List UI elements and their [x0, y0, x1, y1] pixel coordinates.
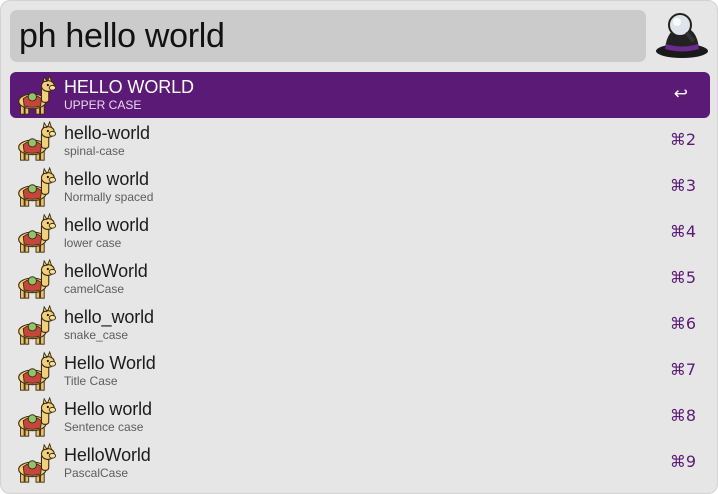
return-key-icon: ↩ — [673, 84, 688, 104]
result-row[interactable]: Hello World Title Case ⌘7 — [10, 348, 710, 394]
alfred-hat-icon[interactable] — [653, 11, 711, 61]
alpaca-icon — [18, 259, 57, 299]
result-row[interactable]: hello world lower case ⌘4 — [10, 210, 710, 256]
shortcut-label: ⌘8 — [669, 406, 696, 425]
shortcut-label: ⌘7 — [669, 360, 696, 379]
result-subtitle: spinal-case — [64, 144, 125, 158]
search-input[interactable]: ph hello world — [19, 17, 225, 56]
alpaca-icon — [18, 351, 57, 391]
result-row[interactable]: HelloWorld PascalCase ⌘9 — [10, 440, 710, 486]
result-title: hello world — [64, 169, 149, 189]
shortcut-label: ⌘9 — [669, 452, 696, 471]
result-title: HelloWorld — [64, 445, 151, 465]
results-list: HELLO WORLD UPPER CASE ↩ hello-world spi… — [10, 72, 710, 486]
result-subtitle: snake_case — [64, 328, 129, 342]
result-title: hello-world — [64, 123, 150, 143]
alpaca-icon — [18, 121, 57, 161]
alpaca-icon — [18, 167, 57, 207]
result-title: Hello world — [64, 399, 152, 419]
shortcut-label: ⌘5 — [669, 268, 696, 287]
result-subtitle: Sentence case — [64, 420, 144, 434]
shortcut-label: ⌘2 — [669, 130, 696, 149]
shortcut-label: ⌘3 — [669, 176, 696, 195]
alpaca-icon — [18, 75, 57, 115]
result-subtitle: PascalCase — [64, 466, 129, 480]
result-row[interactable]: Hello world Sentence case ⌘8 — [10, 394, 710, 440]
search-field[interactable]: ph hello world — [10, 10, 646, 62]
shortcut-label: ⌘6 — [669, 314, 696, 333]
result-title: helloWorld — [64, 261, 148, 281]
result-row[interactable]: hello-world spinal-case ⌘2 — [10, 118, 710, 164]
alpaca-icon — [18, 305, 57, 345]
result-subtitle: UPPER CASE — [64, 98, 142, 112]
result-row[interactable]: hello world Normally spaced ⌘3 — [10, 164, 710, 210]
result-title: Hello World — [64, 353, 156, 373]
result-row[interactable]: hello_world snake_case ⌘6 — [10, 302, 710, 348]
alpaca-icon — [18, 213, 57, 253]
result-row[interactable]: helloWorld camelCase ⌘5 — [10, 256, 710, 302]
result-row-selected[interactable]: HELLO WORLD UPPER CASE ↩ — [10, 72, 710, 118]
result-title: hello_world — [64, 307, 154, 327]
alpaca-icon — [18, 397, 57, 437]
result-subtitle: lower case — [64, 236, 122, 250]
result-subtitle: Title Case — [64, 374, 118, 388]
alpaca-icon — [18, 443, 57, 483]
shortcut-label: ⌘4 — [669, 222, 696, 241]
launcher-window: ph hello world HELLO WORLD UPPER CASE ↩ … — [0, 0, 718, 494]
result-title: hello world — [64, 215, 149, 235]
result-title: HELLO WORLD — [64, 77, 194, 97]
result-subtitle: camelCase — [64, 282, 125, 296]
result-subtitle: Normally spaced — [64, 190, 154, 204]
